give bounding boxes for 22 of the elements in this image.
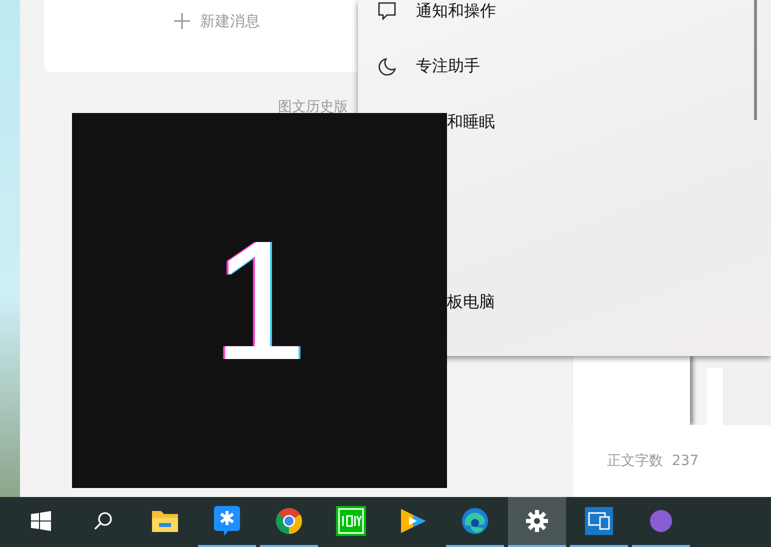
edge-icon — [461, 507, 489, 535]
play-icon — [398, 507, 428, 535]
scrollbar[interactable] — [754, 0, 757, 120]
speech-bubble-icon — [378, 2, 396, 20]
video-app-icon — [336, 506, 366, 536]
gear-icon — [526, 510, 548, 532]
app-circle-icon — [649, 509, 673, 533]
monitor-icon — [585, 507, 613, 535]
menu-item[interactable]: 专注助手 — [416, 56, 480, 77]
chrome-icon — [275, 507, 303, 535]
moon-icon — [378, 58, 396, 76]
plus-icon — [174, 13, 190, 29]
chat-bubble-icon — [214, 506, 240, 536]
folder-icon — [151, 509, 179, 533]
menu-item[interactable]: 通知和操作 — [416, 0, 496, 22]
word-count: 正文字数 237 — [607, 452, 699, 470]
taskbar-button[interactable] — [508, 497, 566, 547]
display-number: 1 — [212, 216, 307, 386]
windows-logo-icon — [31, 511, 51, 531]
menu-item[interactable]: 和睡眠 — [447, 112, 495, 132]
menu-item[interactable]: 板电脑 — [447, 292, 495, 312]
search-icon — [93, 511, 113, 531]
